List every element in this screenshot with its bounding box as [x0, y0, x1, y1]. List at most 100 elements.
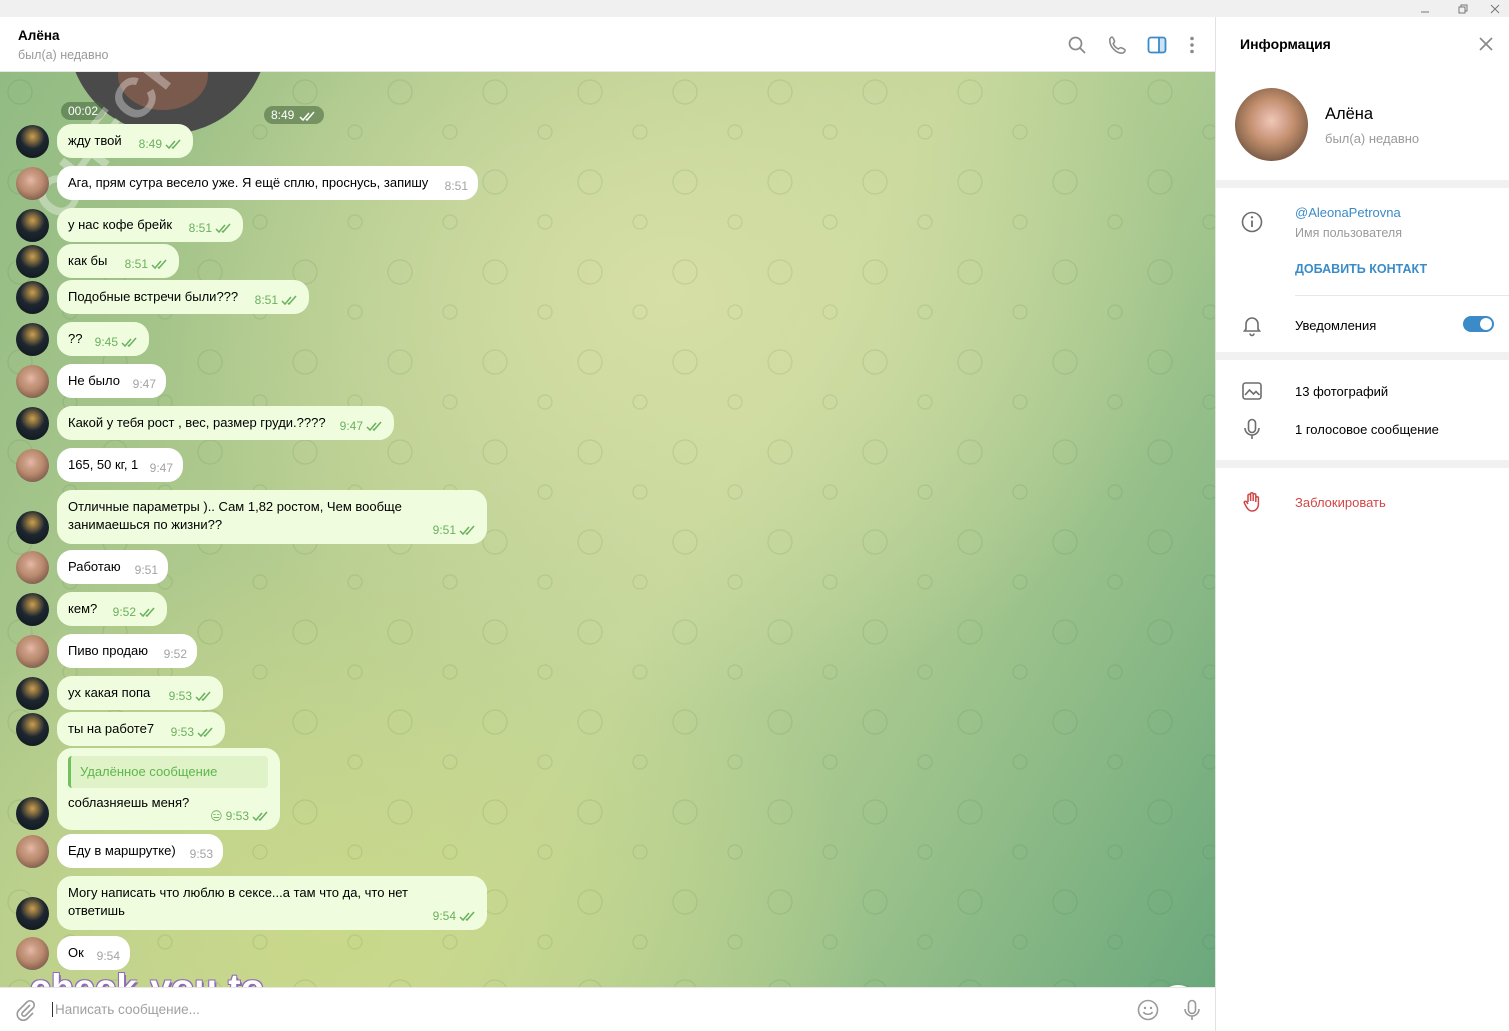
- double-check-icon: [252, 811, 268, 821]
- window-close-button[interactable]: [1475, 0, 1509, 17]
- message-list[interactable]: 00:02 8:49 CHECK-YOU.ME жду твой8:49Ага,…: [0, 72, 1215, 987]
- incoming-message[interactable]: Ага, прям сутра весело уже. Я ещё сплю, …: [57, 166, 478, 200]
- video-time: 8:49: [264, 106, 325, 124]
- avatar[interactable]: [16, 407, 49, 440]
- message-row: Работаю 9:51: [0, 550, 1215, 584]
- message-meta: 9:52: [113, 603, 157, 621]
- incoming-message[interactable]: 165, 50 кг, 1 9:47: [57, 448, 183, 482]
- outgoing-message[interactable]: Могу написать что люблю в сексе...а там …: [57, 876, 487, 930]
- outgoing-message[interactable]: ты на работе7 9:53: [57, 712, 225, 746]
- phone-icon[interactable]: [1107, 34, 1129, 56]
- message-row: ух какая попа 9:53: [0, 676, 1215, 710]
- avatar[interactable]: [16, 797, 49, 830]
- username-link[interactable]: @AleonaPetrovna: [1295, 205, 1401, 220]
- avatar[interactable]: [16, 449, 49, 482]
- incoming-message[interactable]: Не было 9:47: [57, 364, 166, 398]
- voice-count[interactable]: 1 голосовое сообщение: [1295, 422, 1439, 437]
- double-check-icon: [195, 691, 211, 701]
- outgoing-message[interactable]: кем? 9:52: [57, 592, 167, 626]
- avatar[interactable]: [16, 365, 49, 398]
- message-time: 9:54: [96, 949, 120, 963]
- double-check-icon: [366, 421, 382, 431]
- avatar[interactable]: [16, 937, 49, 970]
- avatar[interactable]: [16, 897, 49, 930]
- mic-icon: [1240, 417, 1264, 441]
- minimize-button[interactable]: [1405, 0, 1445, 17]
- avatar[interactable]: [16, 677, 49, 710]
- outgoing-message[interactable]: Подобные встречи были??? 8:51: [57, 280, 309, 314]
- message-row: ты на работе7 9:53: [0, 712, 1215, 746]
- chat-title[interactable]: Алёна: [18, 28, 60, 43]
- message-time: 8:51: [254, 293, 278, 307]
- avatar[interactable]: [16, 511, 49, 544]
- emoji-icon[interactable]: [1136, 998, 1160, 1022]
- composer: Написать сообщение...: [0, 987, 1215, 1031]
- incoming-message[interactable]: Работаю 9:51: [57, 550, 168, 584]
- outgoing-message[interactable]: как бы 8:51: [57, 244, 179, 278]
- message-row: жду твой 8:49: [0, 124, 1215, 158]
- outgoing-message[interactable]: ?? 9:45: [57, 322, 149, 356]
- avatar[interactable]: [16, 323, 49, 356]
- add-contact-button[interactable]: ДОБАВИТЬ КОНТАКТ: [1295, 262, 1427, 276]
- avatar[interactable]: [16, 551, 49, 584]
- message-time: 9:51: [134, 563, 158, 577]
- chat-panel: Алёна был(а) недавно 00:02 8:49 CHECK-YO…: [0, 17, 1215, 1031]
- avatar[interactable]: [16, 593, 49, 626]
- notifications-label: Уведомления: [1295, 318, 1377, 333]
- profile-status: был(а) недавно: [1325, 131, 1420, 146]
- mic-icon[interactable]: [1180, 998, 1204, 1022]
- message-row: Ок 9:54: [0, 936, 1215, 970]
- reply-quote[interactable]: Удалённое сообщение: [68, 756, 268, 788]
- close-icon[interactable]: [1478, 36, 1494, 52]
- avatar[interactable]: [16, 167, 49, 200]
- incoming-message[interactable]: Еду в маршрутке) 9:53: [57, 834, 223, 868]
- username-label: Имя пользователя: [1295, 226, 1402, 240]
- outgoing-message[interactable]: у нас кофе брейк 8:51: [57, 208, 243, 242]
- message-meta: 😑 9:53: [210, 807, 270, 825]
- outgoing-message[interactable]: жду твой 8:49: [57, 124, 193, 158]
- message-time: 8:51: [444, 179, 468, 193]
- profile-avatar[interactable]: [1235, 88, 1308, 161]
- row-divider: [1295, 295, 1509, 296]
- double-check-icon: [281, 295, 297, 305]
- message-meta: 8:51: [125, 255, 169, 273]
- outgoing-message[interactable]: Отличные параметры ).. Сам 1,82 ростом, …: [57, 490, 487, 544]
- notifications-toggle[interactable]: [1463, 316, 1494, 332]
- avatar[interactable]: [16, 635, 49, 668]
- profile-name: Алёна: [1325, 105, 1374, 123]
- search-icon[interactable]: [1066, 34, 1088, 56]
- sidebar-icon[interactable]: [1146, 34, 1168, 56]
- message-time: 9:52: [112, 605, 136, 619]
- message-input[interactable]: Написать сообщение...: [52, 1002, 200, 1017]
- double-check-icon: [139, 607, 155, 617]
- avatar[interactable]: [16, 281, 49, 314]
- outgoing-message[interactable]: Какой у тебя рост , вес, размер груди.??…: [57, 406, 394, 440]
- attach-icon[interactable]: [14, 998, 38, 1022]
- info-icon: [1240, 210, 1264, 234]
- reaction-emoji[interactable]: 😑: [210, 807, 223, 825]
- message-time: 9:53: [168, 689, 192, 703]
- outgoing-message[interactable]: ух какая попа 9:53: [57, 676, 223, 710]
- message-time: 8:51: [188, 221, 212, 235]
- avatar[interactable]: [16, 835, 49, 868]
- more-icon[interactable]: [1181, 34, 1203, 56]
- message-meta: 9:51: [433, 521, 477, 539]
- message-time: 8:51: [124, 257, 148, 271]
- message-meta: 8:51: [445, 177, 468, 195]
- avatar[interactable]: [16, 125, 49, 158]
- avatar[interactable]: [16, 713, 49, 746]
- block-button[interactable]: Заблокировать: [1295, 495, 1386, 510]
- message-time: 9:51: [432, 523, 456, 537]
- photos-count[interactable]: 13 фотографий: [1295, 384, 1388, 399]
- avatar[interactable]: [16, 245, 49, 278]
- outgoing-message[interactable]: Удалённое сообщение соблазняешь меня? 😑 9:5…: [57, 748, 280, 830]
- message-meta: 9:54: [433, 907, 477, 925]
- double-check-icon: [165, 139, 181, 149]
- incoming-message[interactable]: Ок 9:54: [57, 936, 130, 970]
- message-time: 9:45: [94, 335, 118, 349]
- info-title: Информация: [1240, 36, 1331, 52]
- double-check-icon: [197, 727, 213, 737]
- incoming-message[interactable]: Пиво продаю 9:52: [57, 634, 197, 668]
- avatar[interactable]: [16, 209, 49, 242]
- message-text: Отличные параметры ).. Сам 1,82 ростом, …: [68, 499, 402, 532]
